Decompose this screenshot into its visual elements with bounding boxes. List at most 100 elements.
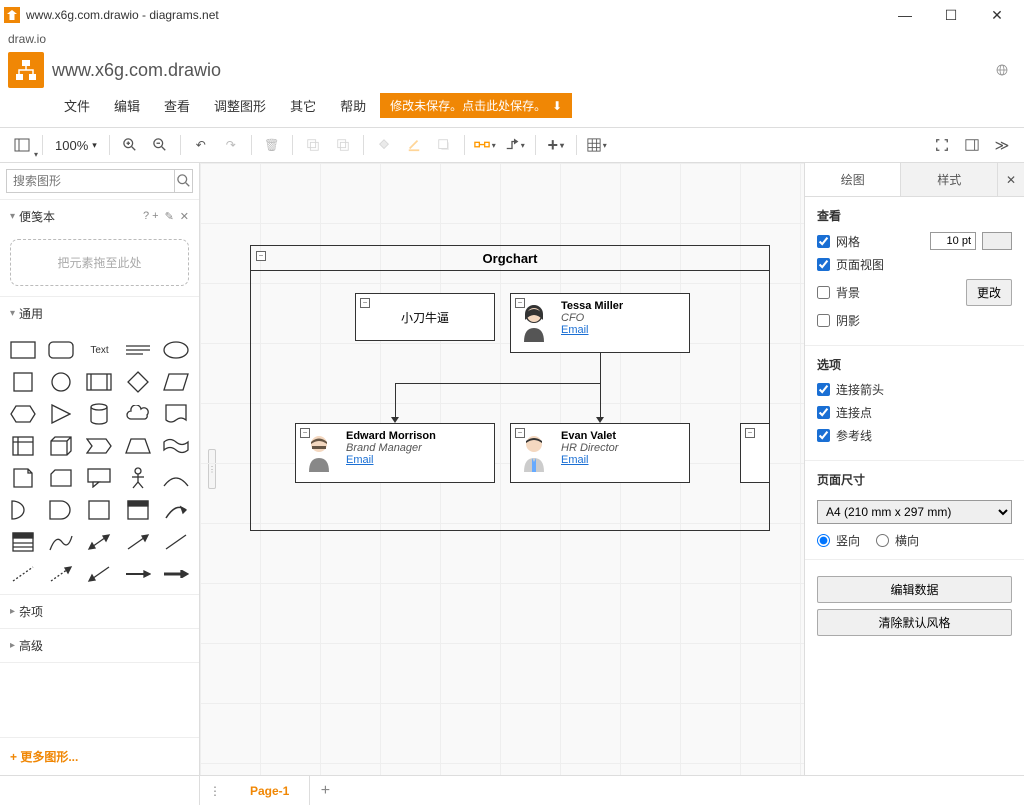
menu-file[interactable]: 文件 — [54, 92, 100, 119]
grid-color-swatch[interactable] — [982, 232, 1012, 250]
shape-bidir-arrow[interactable] — [82, 528, 116, 556]
menu-other[interactable]: 其它 — [280, 92, 326, 119]
format-icon[interactable] — [958, 131, 986, 159]
collapse-icon[interactable]: ≫ — [988, 131, 1016, 159]
change-button[interactable]: 更改 — [966, 279, 1012, 306]
misc-header[interactable]: ▸杂项 — [0, 595, 199, 628]
shadow-checkbox[interactable] — [817, 314, 830, 327]
conn-arrow-checkbox[interactable] — [817, 383, 830, 396]
shadow-icon[interactable] — [430, 131, 458, 159]
minimize-button[interactable]: — — [882, 0, 928, 30]
node-evan[interactable]: − Evan Valet HR Director Email — [510, 423, 690, 483]
shape-text[interactable]: Text — [82, 336, 116, 364]
undo-icon[interactable]: ↶ — [187, 131, 215, 159]
conn-point-checkbox[interactable] — [817, 406, 830, 419]
delete-icon[interactable]: 🗑 — [258, 131, 286, 159]
collapse-icon[interactable]: − — [515, 428, 525, 438]
edit-data-button[interactable]: 编辑数据 — [817, 576, 1012, 603]
background-checkbox[interactable] — [817, 286, 830, 299]
scratchpad-header[interactable]: ▾便笺本 ? +✎✕ — [0, 200, 199, 233]
add-page-button[interactable]: + — [310, 782, 340, 800]
search-icon[interactable] — [175, 169, 193, 193]
shape-arrow[interactable] — [121, 528, 155, 556]
tab-style[interactable]: 样式 — [900, 163, 996, 196]
shape-triangle[interactable] — [44, 400, 78, 428]
scratchpad-dropzone[interactable]: 把元素拖至此处 — [10, 239, 189, 286]
node-edward[interactable]: − Edward Morrison Brand Manager Email — [295, 423, 495, 483]
shape-cloud[interactable] — [121, 400, 155, 428]
page-tab-1[interactable]: Page-1 — [230, 776, 310, 805]
zoom-in-icon[interactable] — [116, 131, 144, 159]
shape-actor[interactable] — [121, 464, 155, 492]
shape-trapezoid[interactable] — [121, 432, 155, 460]
line-color-icon[interactable] — [400, 131, 428, 159]
zoom-level[interactable]: 100%▾ — [49, 138, 103, 153]
menu-help[interactable]: 帮助 — [330, 92, 376, 119]
to-front-icon[interactable] — [299, 131, 327, 159]
shape-square[interactable] — [6, 368, 40, 396]
filename[interactable]: www.x6g.com.drawio — [52, 60, 221, 81]
guide-checkbox[interactable] — [817, 429, 830, 442]
general-header[interactable]: ▾通用 — [0, 297, 199, 330]
more-shapes-button[interactable]: + 更多图形... — [0, 737, 199, 775]
clear-style-button[interactable]: 清除默认风格 — [817, 609, 1012, 636]
shape-rounded[interactable] — [44, 336, 78, 364]
advanced-header[interactable]: ▸高级 — [0, 629, 199, 662]
connection-icon[interactable]: ▾ — [471, 131, 499, 159]
shape-container[interactable] — [121, 496, 155, 524]
shape-or[interactable] — [6, 496, 40, 524]
shape-line-curve[interactable] — [44, 528, 78, 556]
portrait-radio[interactable] — [817, 534, 830, 547]
to-back-icon[interactable] — [329, 131, 357, 159]
shape-cylinder[interactable] — [82, 400, 116, 428]
page-size-select[interactable]: A4 (210 mm x 297 mm) — [817, 500, 1012, 524]
shape-arrow-curve[interactable] — [159, 496, 193, 524]
collapse-icon[interactable]: − — [360, 298, 370, 308]
menu-edit[interactable]: 编辑 — [104, 92, 150, 119]
shape-callout[interactable] — [82, 464, 116, 492]
insert-icon[interactable]: +▾ — [542, 131, 570, 159]
shape-thick-arrow2[interactable] — [159, 560, 193, 588]
pencil-icon[interactable]: ✎ — [165, 210, 174, 223]
shape-thick-arrow1[interactable] — [121, 560, 155, 588]
shape-curve[interactable] — [159, 464, 193, 492]
close-icon[interactable]: ✕ — [180, 210, 189, 223]
pageview-checkbox[interactable] — [817, 258, 830, 271]
shape-data[interactable] — [82, 496, 116, 524]
grid-size-input[interactable] — [930, 232, 976, 250]
shape-card[interactable] — [44, 464, 78, 492]
shape-circle[interactable] — [44, 368, 78, 396]
close-button[interactable]: ✕ — [974, 0, 1020, 30]
collapse-icon[interactable]: − — [300, 428, 310, 438]
zoom-out-icon[interactable] — [146, 131, 174, 159]
shape-line[interactable] — [159, 528, 193, 556]
collapse-icon[interactable]: − — [515, 298, 525, 308]
shape-step[interactable] — [82, 432, 116, 460]
save-notice[interactable]: 修改未保存。点击此处保存。 ⬇ — [380, 93, 572, 118]
node-tessa[interactable]: − Tessa Miller CFO Email — [510, 293, 690, 353]
shape-textbox[interactable] — [121, 336, 155, 364]
fullscreen-icon[interactable] — [928, 131, 956, 159]
scratchpad-help[interactable]: ? + — [143, 210, 159, 223]
collapse-icon[interactable]: − — [745, 428, 755, 438]
menu-adjust[interactable]: 调整图形 — [204, 92, 276, 119]
search-input[interactable] — [6, 169, 175, 193]
landscape-radio[interactable] — [876, 534, 889, 547]
tab-draw[interactable]: 绘图 — [805, 163, 900, 196]
shape-rect[interactable] — [6, 336, 40, 364]
redo-icon[interactable]: ↷ — [217, 131, 245, 159]
shape-dashed[interactable] — [6, 560, 40, 588]
shape-hexagon[interactable] — [6, 400, 40, 428]
shape-bidir-line[interactable] — [82, 560, 116, 588]
fill-color-icon[interactable] — [370, 131, 398, 159]
shape-dash-arrow[interactable] — [44, 560, 78, 588]
shape-list[interactable] — [6, 528, 40, 556]
menu-view[interactable]: 查看 — [154, 92, 200, 119]
language-icon[interactable] — [996, 60, 1016, 80]
canvas[interactable]: ⋮ Orgchart − − 小刀牛逼 − Tessa Miller CFO E… — [200, 163, 804, 775]
node-1[interactable]: − 小刀牛逼 — [355, 293, 495, 341]
page-menu-icon[interactable]: ⋮ — [200, 776, 230, 805]
waypoint-icon[interactable]: ▾ — [501, 131, 529, 159]
shape-and[interactable] — [44, 496, 78, 524]
shape-internal[interactable] — [6, 432, 40, 460]
